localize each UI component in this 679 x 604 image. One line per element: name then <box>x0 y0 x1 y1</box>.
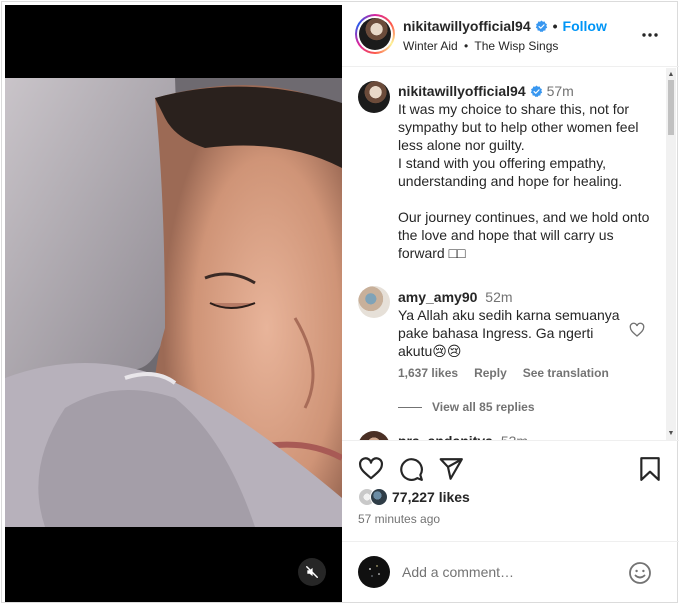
comment: pra_andanitya 53m <box>398 433 528 440</box>
reply-button[interactable]: Reply <box>474 366 507 380</box>
replies-line <box>398 406 422 408</box>
caption-line <box>398 190 654 208</box>
caption-author-avatar[interactable] <box>358 81 390 113</box>
audio-artist: Winter Aid <box>403 39 458 53</box>
likes-count[interactable]: 77,227 likes <box>392 489 470 505</box>
liker-avatar <box>370 488 388 506</box>
commenter-avatar[interactable] <box>358 431 390 440</box>
scrollbar-thumb[interactable] <box>668 80 674 135</box>
comment-username[interactable]: pra_andanitya <box>398 433 493 440</box>
commenter-avatar[interactable] <box>358 286 390 318</box>
separator-dot: • <box>552 18 558 34</box>
heart-icon[interactable] <box>358 456 384 482</box>
caption-time[interactable]: 57m <box>547 82 574 100</box>
audio-info[interactable]: Winter Aid • The Wisp Sings <box>403 39 558 53</box>
more-options-button[interactable] <box>638 25 662 45</box>
comment-time[interactable]: 53m <box>501 433 528 440</box>
comment: amy_amy90 52m Ya Allah aku sedih karna s… <box>398 288 630 360</box>
add-comment-input[interactable] <box>402 562 622 582</box>
scroll-up-arrow-icon[interactable]: ▲ <box>666 71 676 78</box>
post-caption: nikitawillyofficial94 57m It was my choi… <box>398 82 654 262</box>
current-user-avatar <box>358 556 390 588</box>
like-comment-heart-icon[interactable] <box>629 322 645 338</box>
verified-badge-icon <box>530 85 542 97</box>
post-photo[interactable] <box>5 78 342 527</box>
caption-line: I stand with you offering empathy, under… <box>398 155 623 189</box>
mute-button[interactable] <box>298 558 326 586</box>
avatar-image <box>369 565 380 577</box>
see-translation-button[interactable]: See translation <box>523 366 609 380</box>
speaker-muted-icon <box>306 566 318 578</box>
view-replies-label: View all 85 replies <box>432 400 535 414</box>
follow-button[interactable]: Follow <box>563 18 607 34</box>
post-details-panel: nikitawillyofficial94 • Follow Winter Ai… <box>342 5 679 602</box>
post-header: nikitawillyofficial94 • Follow Winter Ai… <box>342 5 679 67</box>
post-media <box>5 5 342 602</box>
post-dialog: nikitawillyofficial94 • Follow Winter Ai… <box>1 1 679 603</box>
likes-summary[interactable]: 77,227 likes <box>358 488 470 506</box>
comment-time[interactable]: 52m <box>485 289 512 305</box>
verified-badge-icon <box>535 20 547 32</box>
caption-line: It was my choice to share this, not for … <box>398 101 639 153</box>
avatar-image <box>359 18 391 50</box>
author-avatar[interactable] <box>355 14 395 54</box>
post-timestamp[interactable]: 57 minutes ago <box>358 512 440 526</box>
comment-text: Ya Allah aku sedih karna semuanya pake b… <box>398 307 620 359</box>
action-bar <box>342 442 679 492</box>
selfie-image <box>5 78 342 527</box>
comment-username[interactable]: amy_amy90 <box>398 289 477 305</box>
author-username[interactable]: nikitawillyofficial94 <box>403 18 531 34</box>
comment-icon[interactable] <box>398 456 424 482</box>
audio-title: The Wisp Sings <box>474 39 559 53</box>
caption-line: Our journey continues, and we hold onto … <box>398 209 650 261</box>
comments-section[interactable]: ▲ ▼ nikitawillyofficial94 57m It was my … <box>342 68 679 441</box>
view-replies-button[interactable]: View all 85 replies <box>398 400 535 414</box>
caption-username[interactable]: nikitawillyofficial94 <box>398 82 526 100</box>
comment-meta: 1,637 likes Reply See translation <box>398 366 609 380</box>
more-horizontal-icon <box>642 33 658 37</box>
send-icon[interactable] <box>438 456 464 482</box>
comment-likes[interactable]: 1,637 likes <box>398 366 458 380</box>
add-comment-bar <box>342 541 679 602</box>
scroll-down-arrow-icon[interactable]: ▼ <box>666 430 676 437</box>
emoji-icon[interactable] <box>628 561 652 585</box>
bookmark-icon[interactable] <box>637 456 663 482</box>
audio-separator: • <box>464 39 469 53</box>
